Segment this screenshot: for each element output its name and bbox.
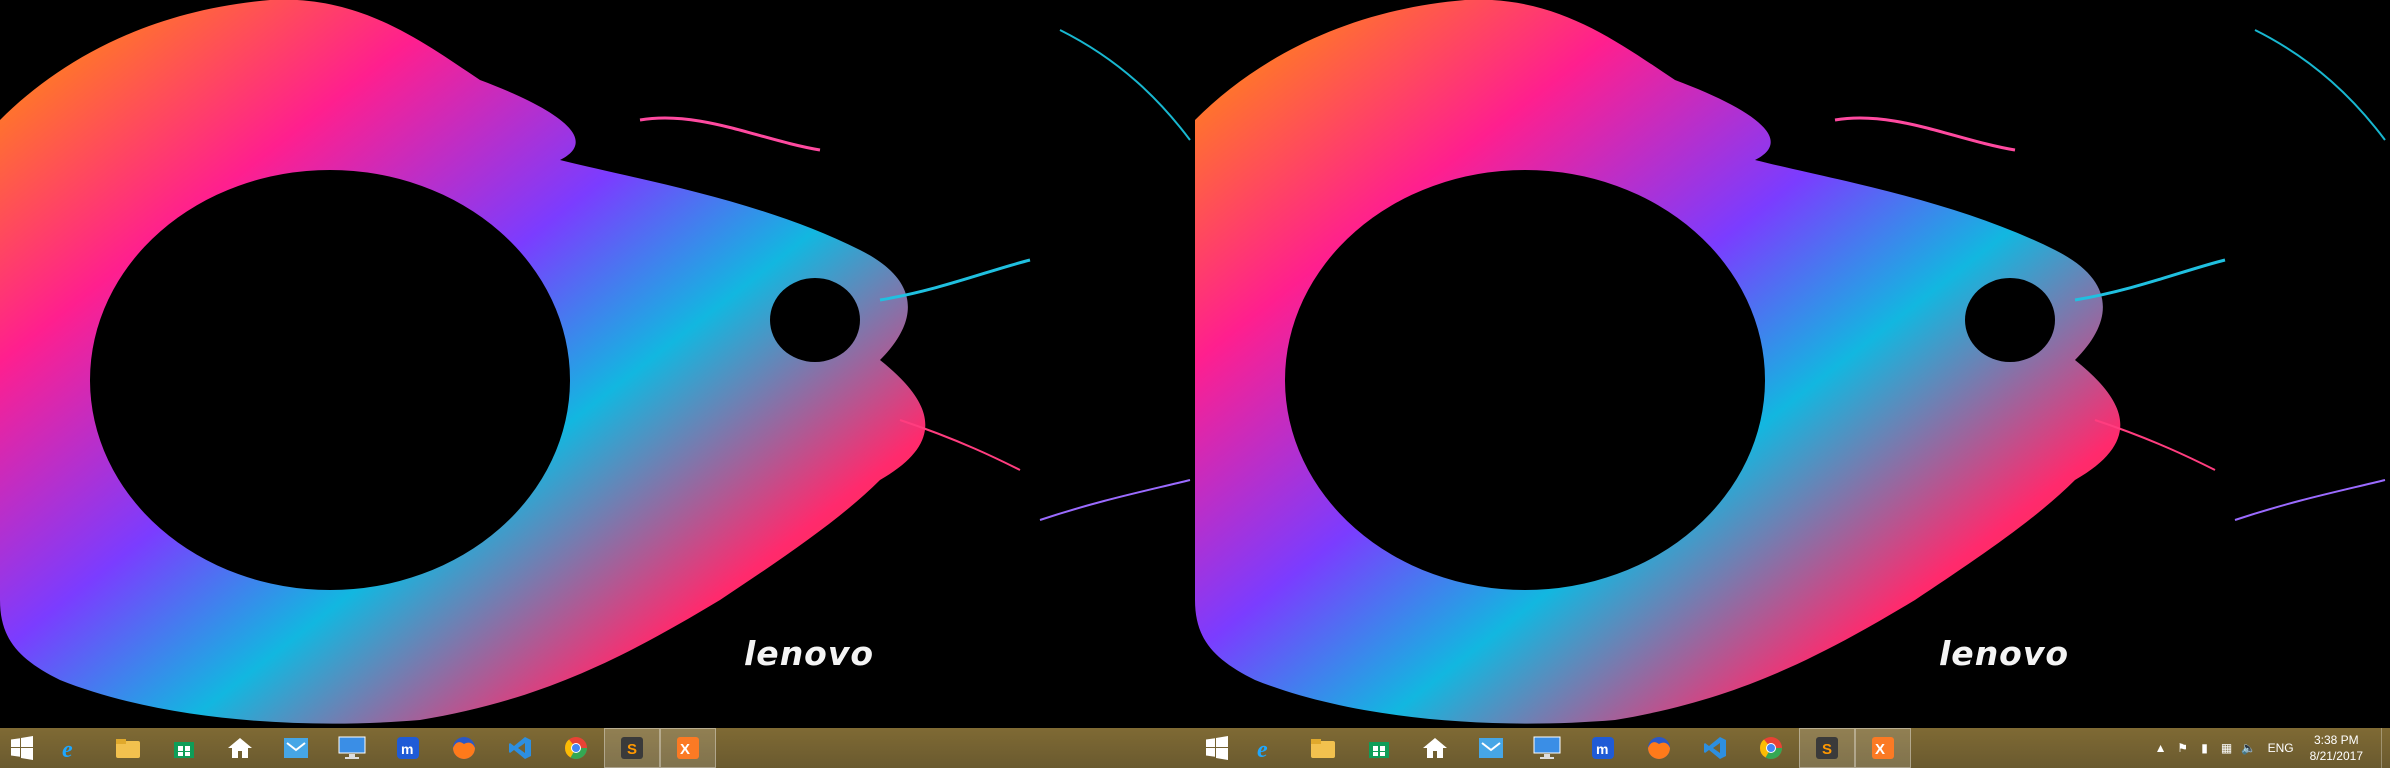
- xampp-icon: X: [674, 734, 702, 762]
- chrome-icon: [562, 734, 590, 762]
- taskbar-maxthon[interactable]: m: [1575, 728, 1631, 768]
- svg-text:m: m: [401, 741, 413, 757]
- clock[interactable]: 3:38 PM 8/21/2017: [2310, 732, 2363, 764]
- taskbar-chrome[interactable]: [1743, 728, 1799, 768]
- windows-icon: [1203, 734, 1231, 762]
- taskbar-xampp[interactable]: X: [1855, 728, 1911, 768]
- chevron-up-icon[interactable]: ▲: [2150, 737, 2172, 759]
- windows-icon: [8, 734, 36, 762]
- svg-text:X: X: [1875, 741, 1885, 758]
- taskbar-sublime-text[interactable]: S: [604, 728, 660, 768]
- sublime-icon: S: [1813, 734, 1841, 762]
- firefox-icon: [450, 734, 478, 762]
- taskbar-vscode[interactable]: [1687, 728, 1743, 768]
- svg-text:X: X: [680, 741, 690, 758]
- taskbar-mail[interactable]: [1463, 728, 1519, 768]
- chrome-icon: [1757, 734, 1785, 762]
- taskbar-remote-desktop[interactable]: [324, 728, 380, 768]
- taskbar-home[interactable]: [1407, 728, 1463, 768]
- internet-explorer-icon: e: [1253, 734, 1281, 762]
- maxthon-icon: m: [394, 734, 422, 762]
- wallpaper-splash: [1195, 0, 2390, 728]
- taskbar-store[interactable]: [1351, 728, 1407, 768]
- monitor-icon: [338, 734, 366, 762]
- internet-explorer-icon: e: [58, 734, 86, 762]
- maxthon-icon: m: [1589, 734, 1617, 762]
- sublime-icon: S: [618, 734, 646, 762]
- file-explorer-icon: [114, 734, 142, 762]
- clock-date: 8/21/2017: [2309, 749, 2363, 763]
- home-icon: [1421, 734, 1449, 762]
- svg-text:S: S: [627, 741, 637, 758]
- taskbar-xampp[interactable]: X: [660, 728, 716, 768]
- taskbar-file-explorer[interactable]: [1295, 728, 1351, 768]
- xampp-icon: X: [1869, 734, 1897, 762]
- taskbar-store[interactable]: [156, 728, 212, 768]
- start-button[interactable]: [1195, 728, 1239, 768]
- taskbar-maxthon[interactable]: m: [380, 728, 436, 768]
- lenovo-logo: lenovo: [744, 634, 875, 673]
- taskbar-internet-explorer[interactable]: e: [1239, 728, 1295, 768]
- home-icon: [226, 734, 254, 762]
- firefox-icon: [1645, 734, 1673, 762]
- file-explorer-icon: [1309, 734, 1337, 762]
- monitor-icon: [1533, 734, 1561, 762]
- taskbar-sublime-text[interactable]: S: [1799, 728, 1855, 768]
- taskbar-left: e m S X: [0, 728, 1195, 768]
- svg-text:e: e: [1257, 737, 1268, 761]
- taskbar-chrome[interactable]: [548, 728, 604, 768]
- lenovo-logo: lenovo: [1939, 634, 2070, 673]
- taskbar-right: e m S X ▲ ⚑ ▮ ▦ 🔈 ENG 3:38 PM 8/21/2017: [1195, 728, 2390, 768]
- network-icon[interactable]: ▦: [2216, 737, 2238, 759]
- show-desktop-button[interactable]: [2381, 728, 2390, 768]
- taskbar-remote-desktop[interactable]: [1519, 728, 1575, 768]
- taskbar-vscode[interactable]: [492, 728, 548, 768]
- clock-time: 3:38 PM: [2313, 733, 2359, 747]
- battery-icon[interactable]: ▮: [2194, 737, 2216, 759]
- svg-text:m: m: [1596, 741, 1608, 757]
- desktop-left[interactable]: lenovo: [0, 0, 1195, 728]
- start-button[interactable]: [0, 728, 44, 768]
- mail-icon: [1477, 734, 1505, 762]
- vscode-icon: [1701, 734, 1729, 762]
- svg-text:e: e: [62, 737, 73, 761]
- volume-icon[interactable]: 🔈: [2238, 737, 2260, 759]
- system-tray: ▲ ⚑ ▮ ▦ 🔈 ENG 3:38 PM 8/21/2017: [2150, 728, 2390, 768]
- taskbar-internet-explorer[interactable]: e: [44, 728, 100, 768]
- mail-icon: [282, 734, 310, 762]
- store-icon: [170, 734, 198, 762]
- taskbar-home[interactable]: [212, 728, 268, 768]
- svg-text:S: S: [1822, 741, 1832, 758]
- desktop-right[interactable]: lenovo: [1195, 0, 2390, 728]
- taskbar-firefox[interactable]: [436, 728, 492, 768]
- vscode-icon: [506, 734, 534, 762]
- flag-icon[interactable]: ⚑: [2172, 737, 2194, 759]
- wallpaper-splash: [0, 0, 1195, 728]
- taskbar-mail[interactable]: [268, 728, 324, 768]
- taskbar-file-explorer[interactable]: [100, 728, 156, 768]
- language-indicator[interactable]: ENG: [2268, 741, 2294, 755]
- store-icon: [1365, 734, 1393, 762]
- taskbar-firefox[interactable]: [1631, 728, 1687, 768]
